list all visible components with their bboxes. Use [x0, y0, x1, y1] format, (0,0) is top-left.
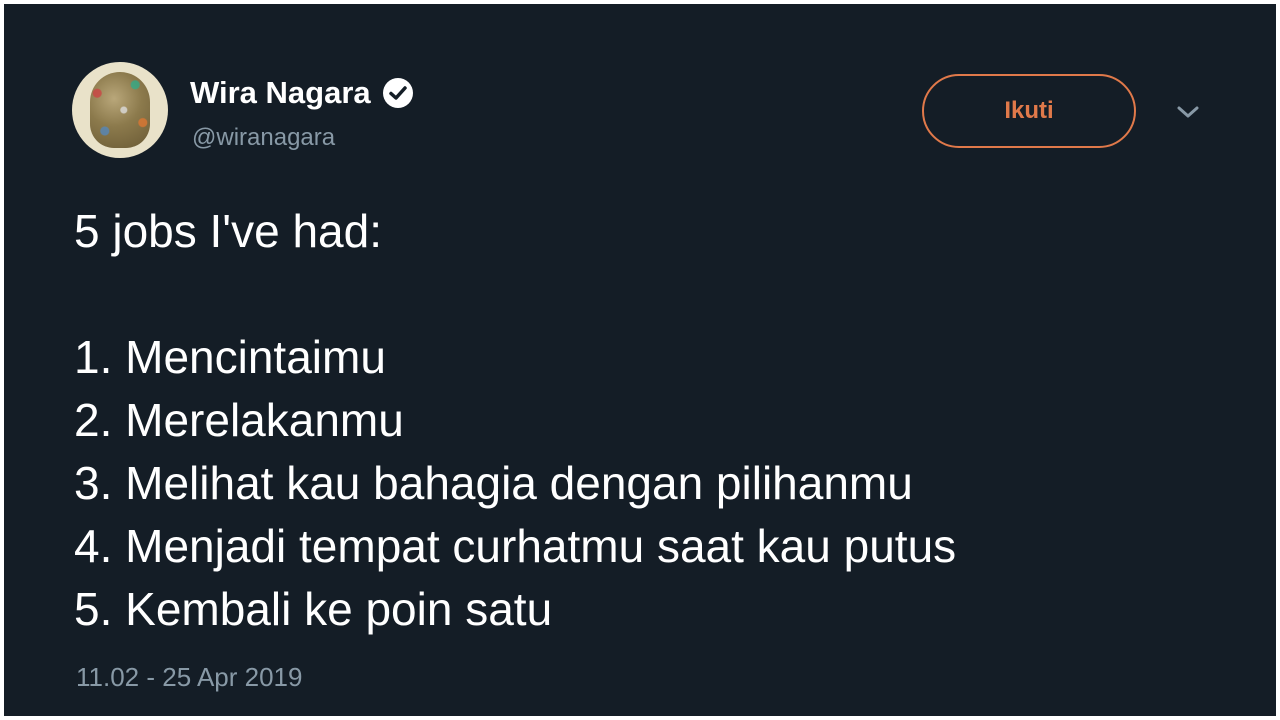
author-name[interactable]: Wira Nagara: [190, 75, 371, 111]
list-item: 3. Melihat kau bahagia dengan pilihanmu: [74, 457, 913, 509]
author-name-row[interactable]: Wira Nagara: [190, 75, 415, 111]
list-item: 5. Kembali ke poin satu: [74, 583, 553, 635]
tweet-timestamp[interactable]: 11.02 - 25 Apr 2019: [76, 662, 302, 693]
list-item: 1. Mencintaimu: [74, 331, 386, 383]
list-item: 4. Menjadi tempat curhatmu saat kau putu…: [74, 520, 957, 572]
avatar-pattern: [82, 68, 158, 152]
chevron-down-icon[interactable]: [1172, 100, 1204, 124]
tweet-intro: 5 jobs I've had:: [74, 205, 382, 257]
list-item: 2. Merelakanmu: [74, 394, 404, 446]
tweet-body: 5 jobs I've had: 1. Mencintaimu 2. Merel…: [74, 200, 1234, 641]
author-handle[interactable]: @wiranagara: [192, 124, 335, 152]
follow-button[interactable]: Ikuti: [922, 74, 1136, 148]
tweet-card: Wira Nagara @wiranagara Ikuti 5 jobs I'v…: [4, 4, 1276, 716]
verified-badge-icon: [381, 76, 415, 110]
user-avatar[interactable]: [72, 62, 168, 158]
